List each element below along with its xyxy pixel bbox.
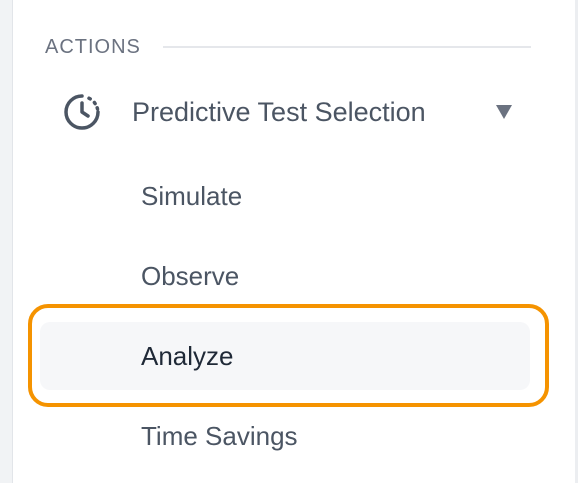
sidebar-edge (0, 0, 13, 483)
section-divider (162, 46, 531, 48)
nav-item-label: Time Savings (141, 420, 298, 451)
nav-group-predictive-test-selection[interactable]: Predictive Test Selection (60, 88, 520, 136)
nav-group-label: Predictive Test Selection (132, 96, 426, 127)
nav-item-label: Analyze (141, 340, 234, 371)
nav-item-label: Simulate (141, 180, 243, 211)
caret-down-icon[interactable] (496, 105, 512, 119)
nav-item-time-savings[interactable]: Time Savings (40, 406, 530, 466)
section-header-actions: ACTIONS (45, 34, 531, 60)
nav-item-simulate[interactable]: Simulate (40, 166, 530, 226)
nav-item-analyze[interactable]: Analyze (40, 322, 530, 390)
nav-item-label: Observe (141, 260, 240, 291)
clock-dashed-icon (60, 90, 104, 134)
section-title: ACTIONS (45, 35, 141, 58)
sidebar: ACTIONS Predictive Test Selection Simula… (0, 0, 578, 483)
nav-item-observe[interactable]: Observe (40, 246, 530, 306)
